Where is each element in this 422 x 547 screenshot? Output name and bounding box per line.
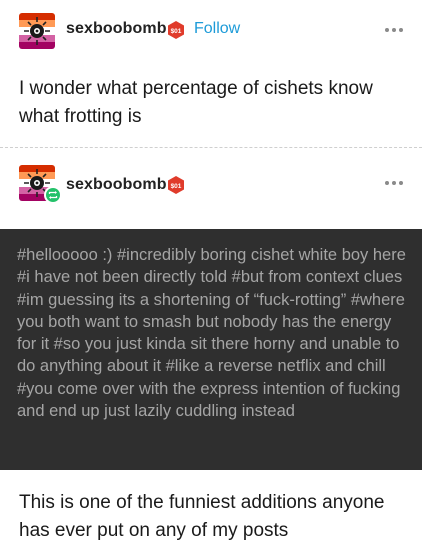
post-text: This is one of the funniest additions an… [19,492,385,541]
badge-icon: $01 [168,176,184,194]
avatar[interactable] [19,13,55,49]
badge-text: $01 [171,28,182,35]
bomb-avatar-icon [19,13,55,49]
username[interactable]: sexboobomb [66,176,167,194]
more-options-icon[interactable] [385,28,405,34]
badge-icon: $01 [168,21,184,39]
reblog-icon [46,188,60,202]
post-text: I wonder what percentage of cishets know… [19,78,373,127]
divider [0,147,422,148]
post-tags[interactable]: #hellooooo :) #incredibly boring cishet … [17,244,408,422]
username[interactable]: sexboobomb [66,20,167,38]
more-options-icon[interactable] [385,181,405,187]
follow-button[interactable]: Follow [194,20,240,38]
badge-text: $01 [171,183,182,190]
